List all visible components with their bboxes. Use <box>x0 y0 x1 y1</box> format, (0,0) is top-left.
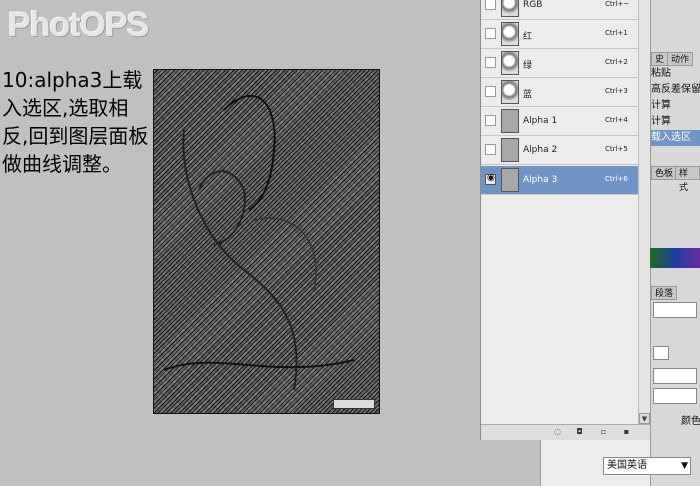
channel-thumbnail <box>501 22 519 46</box>
channel-footer: ◌ ◘ ▫ ▪ <box>481 424 651 440</box>
channel-row-blue[interactable]: 蓝 Ctrl+3 <box>481 78 638 107</box>
tab-history[interactable]: 史 <box>651 52 669 66</box>
delete-channel-icon[interactable]: ▪ <box>622 428 631 436</box>
tab-actions[interactable]: 动作 <box>667 52 694 66</box>
channel-thumbnail <box>501 168 519 192</box>
visibility-toggle[interactable] <box>485 28 496 39</box>
leading-field[interactable] <box>653 368 697 384</box>
channel-scrollbar[interactable]: ▼ <box>638 0 650 424</box>
channel-thumbnail <box>501 0 519 17</box>
size-field[interactable] <box>653 346 669 360</box>
channel-thumbnail <box>501 51 519 75</box>
channel-row-rgb[interactable]: RGB Ctrl+~ <box>481 0 638 20</box>
channel-shortcut: Ctrl+2 <box>605 58 628 66</box>
language-value: 美国英语 <box>607 460 647 471</box>
scroll-down-icon[interactable]: ▼ <box>639 413 650 424</box>
visibility-toggle[interactable] <box>485 0 496 10</box>
channel-row-alpha2[interactable]: Alpha 2 Ctrl+5 <box>481 136 638 165</box>
visibility-toggle[interactable] <box>485 57 496 68</box>
channel-name: 蓝 <box>523 90 533 100</box>
channel-shortcut: Ctrl+1 <box>605 29 628 37</box>
channel-row-alpha1[interactable]: Alpha 1 Ctrl+4 <box>481 107 638 136</box>
history-item[interactable]: 计算 <box>651 114 700 130</box>
tab-swatches[interactable]: 色板 <box>651 166 678 180</box>
channel-row-alpha3[interactable]: ◉ Alpha 3 Ctrl+6 <box>481 166 638 195</box>
sketch-lines <box>163 94 355 391</box>
language-select[interactable]: 美国英语 ▼ <box>603 457 691 475</box>
channel-row-red[interactable]: 红 Ctrl+1 <box>481 20 638 49</box>
new-channel-icon[interactable]: ▫ <box>599 428 608 436</box>
history-item[interactable]: 高反差保留 <box>651 82 700 98</box>
watermark-mark <box>333 399 375 409</box>
channel-list: RGB Ctrl+~ 红 Ctrl+1 绿 Ctrl+2 蓝 Ctrl+3 Al… <box>481 0 638 424</box>
tracking-field[interactable] <box>653 388 697 404</box>
swatch-gradient[interactable] <box>650 248 700 268</box>
channel-shortcut: Ctrl+4 <box>605 116 628 124</box>
channel-thumbnail <box>501 80 519 104</box>
channel-shortcut: Ctrl+3 <box>605 87 628 95</box>
visibility-toggle[interactable]: ◉ <box>485 173 496 185</box>
history-item[interactable]: 粘贴 <box>651 66 700 82</box>
channel-name: Alpha 1 <box>523 116 558 126</box>
visibility-toggle[interactable] <box>485 144 496 155</box>
font-field[interactable] <box>653 302 697 318</box>
instruction-text: 10:alpha3上载入选区,选取相反,回到图层面板做曲线调整。 <box>2 68 149 176</box>
tab-styles[interactable]: 样式 <box>675 166 700 193</box>
channel-thumbnail <box>501 109 519 133</box>
document-canvas[interactable] <box>153 69 380 414</box>
channel-name: RGB <box>523 0 543 10</box>
channel-name: 红 <box>523 32 533 42</box>
visibility-toggle[interactable] <box>485 115 496 126</box>
chevron-down-icon: ▼ <box>681 461 688 471</box>
channels-panel: RGB Ctrl+~ 红 Ctrl+1 绿 Ctrl+2 蓝 Ctrl+3 Al… <box>480 0 651 440</box>
channel-name: Alpha 3 <box>523 175 558 185</box>
color-label: 颜色 <box>681 416 700 427</box>
history-item-selected[interactable]: 载入选区 <box>651 130 700 146</box>
channel-shortcut: Ctrl+5 <box>605 145 628 153</box>
tab-paragraph[interactable]: 段落 <box>651 286 678 300</box>
channel-shortcut: Ctrl+~ <box>605 0 630 8</box>
history-item[interactable]: 计算 <box>651 98 700 114</box>
load-selection-icon[interactable]: ◘ <box>575 428 584 436</box>
channel-row-green[interactable]: 绿 Ctrl+2 <box>481 49 638 78</box>
side-panel: 史 动作 粘贴 高反差保留 计算 计算 载入选区 色板 样式 段落 颜色 <box>650 0 700 486</box>
channel-name: Alpha 2 <box>523 145 558 155</box>
channel-thumbnail <box>501 138 519 162</box>
photops-logo: PhotOPS <box>8 6 149 44</box>
eye-icon: ◉ <box>487 173 495 183</box>
channel-name: 绿 <box>523 61 533 71</box>
dotted-circle-icon[interactable]: ◌ <box>553 428 562 436</box>
channel-shortcut: Ctrl+6 <box>605 175 628 183</box>
visibility-toggle[interactable] <box>485 86 496 97</box>
